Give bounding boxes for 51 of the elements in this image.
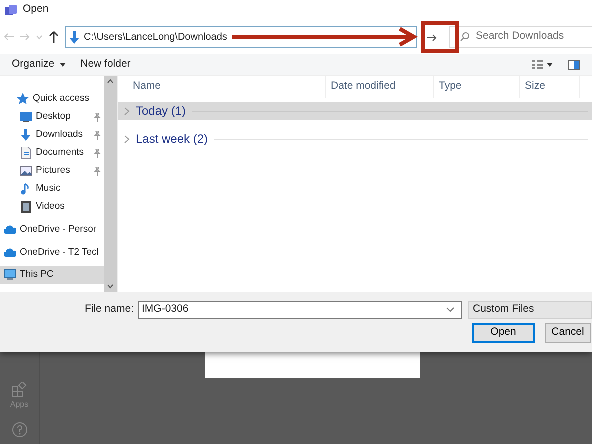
column-header[interactable]: Type [434,76,520,98]
document-icon [20,147,32,159]
sidebar-item[interactable]: OneDrive - T2 Tecl [0,244,104,262]
sidebar-item[interactable]: Pictures [0,162,104,180]
group-header[interactable]: Last week (2) [118,130,592,148]
preview-pane-icon[interactable] [568,60,580,70]
file-name-field[interactable]: IMG-0306 [138,301,462,319]
sidebar-item[interactable]: Desktop [0,108,104,126]
sidebar-item[interactable]: Downloads [0,126,104,144]
address-bar[interactable]: C:\Users\LanceLong\Downloads [65,26,417,48]
sidebar-item[interactable]: Videos [0,198,104,216]
download-arrow-icon [69,30,80,44]
download-arrow-icon [20,129,32,141]
column-header[interactable]: Date modified [326,76,434,98]
organize-menu-button[interactable]: Organize [12,56,67,72]
view-options-icon[interactable] [532,60,554,69]
sidebar-item[interactable]: Music [0,180,104,198]
sidebar-item[interactable]: This PC [0,266,104,284]
sidebar-item[interactable]: Documents [0,144,104,162]
star-icon [17,93,29,105]
address-text: C:\Users\LanceLong\Downloads [84,30,228,44]
chevron-right-icon [124,134,130,144]
field-label: File name: [84,302,134,318]
caret-icon [58,60,67,68]
cloud-icon [4,247,16,259]
scroll-up-icon[interactable] [107,79,114,84]
column-header[interactable]: Size [520,76,580,98]
chevron-right-icon [124,106,130,116]
cloud-icon [4,224,16,236]
cancel-button[interactable]: Cancel [545,323,591,343]
chevron-down-icon [446,307,455,313]
open-button[interactable]: Open [472,323,535,343]
search-icon [460,32,470,42]
desktop-icon [20,111,32,123]
video-icon [20,201,32,213]
picture-icon [20,165,32,177]
scroll-down-icon[interactable] [107,284,114,289]
highlight-box [421,21,459,53]
up-arrow-icon[interactable] [49,31,59,43]
music-note-icon [20,183,32,195]
right-arrow-icon [427,34,437,42]
computer-icon [4,269,16,281]
search-field[interactable]: Search Downloads [449,26,592,48]
sidebar-item[interactable]: Quick access [0,90,104,108]
window-title: Open [23,2,49,18]
sidebar-item[interactable]: OneDrive - Persor [0,221,104,239]
group-header[interactable]: Today (1) [118,102,592,120]
app-icon [4,4,18,16]
new-folder-button[interactable]: New folder [80,56,131,72]
column-header[interactable]: Name [118,76,326,98]
file-type-dropdown[interactable]: Custom Files [468,301,592,319]
